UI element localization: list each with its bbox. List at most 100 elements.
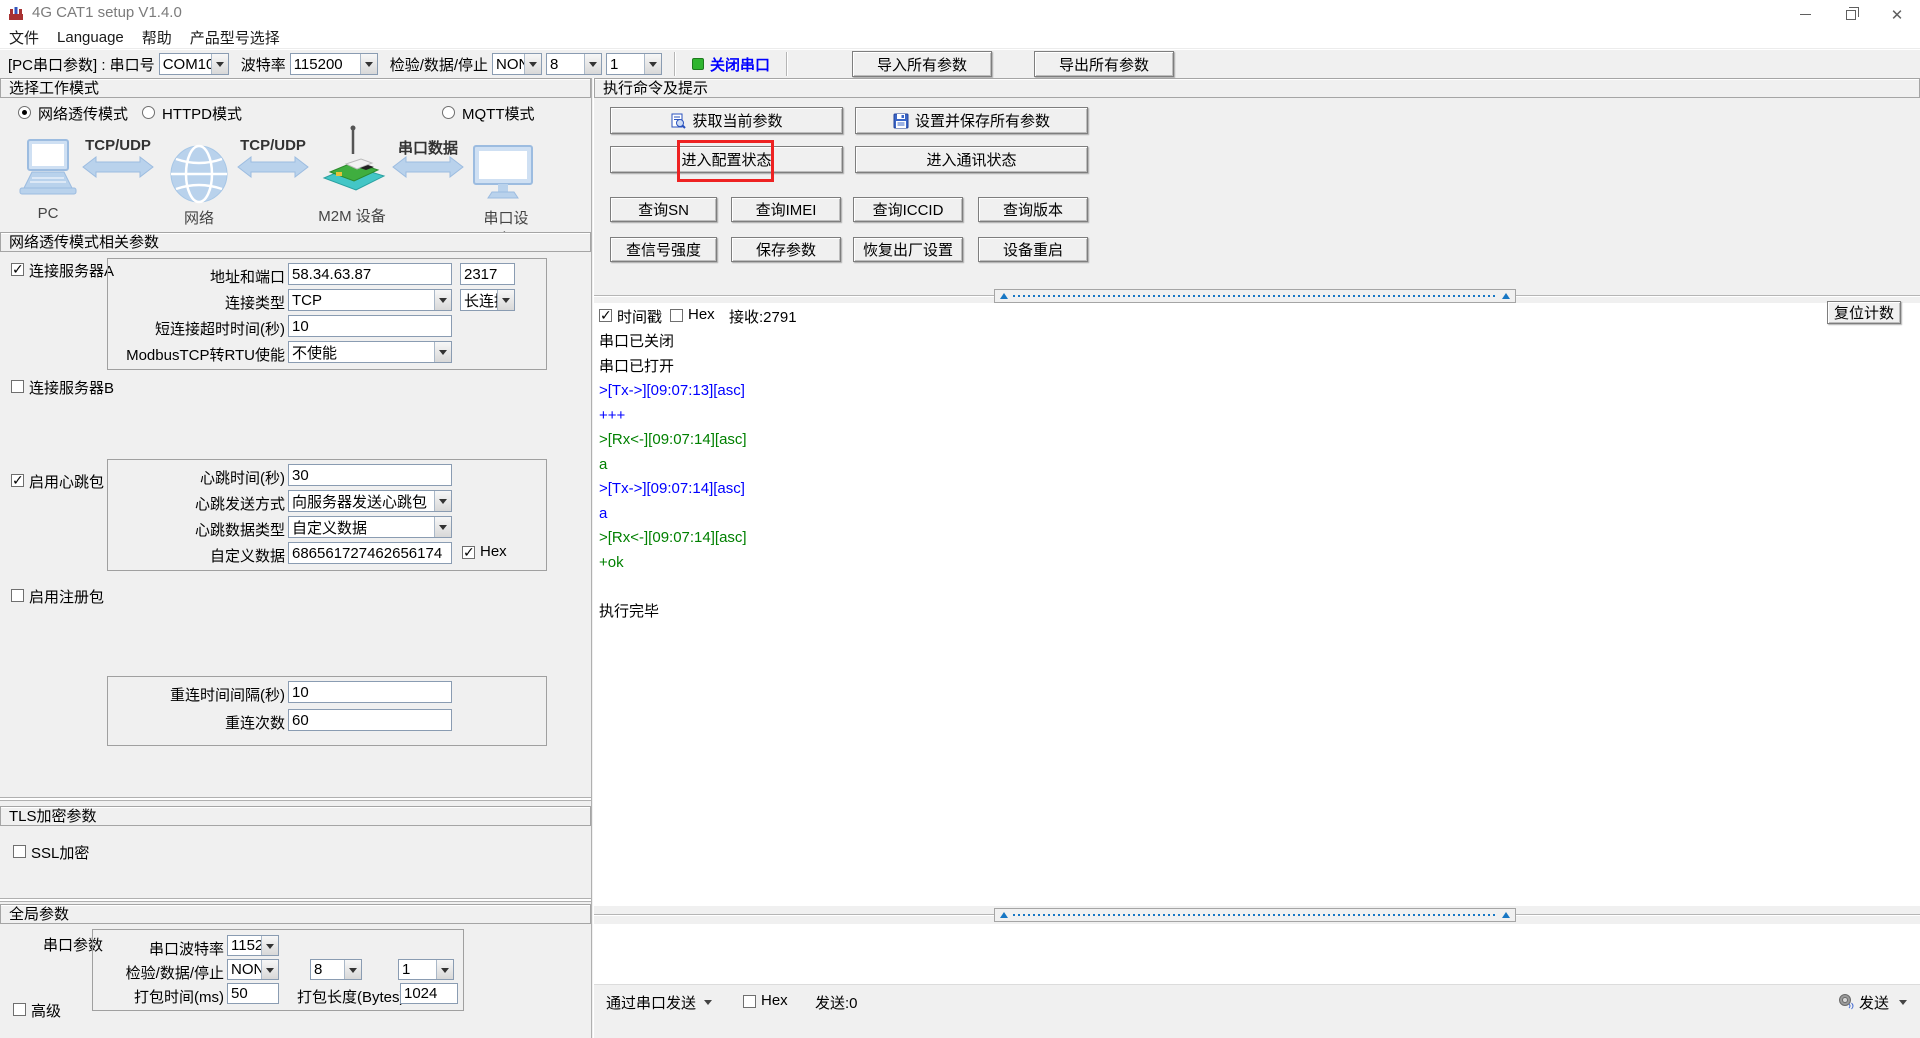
persist-select[interactable]: 长连接 <box>460 289 515 311</box>
advanced-checkbox[interactable] <box>13 1003 26 1016</box>
baud-label: 波特率 <box>241 54 286 75</box>
serial-databits-select[interactable]: 8 <box>310 959 362 980</box>
splitter-arrow-icon <box>1000 293 1008 299</box>
menu-item[interactable]: 帮助 <box>133 27 181 48</box>
set-save-params-button[interactable]: 设置并保存所有参数 <box>855 107 1088 134</box>
mode-label-mqtt[interactable]: MQTT模式 <box>462 103 535 124</box>
log-output[interactable]: 串口已关闭串口已打开>[Tx->][09:07:13][asc]+++>[Rx<… <box>594 330 1916 906</box>
heartbeat-type-label: 心跳数据类型 <box>105 519 285 540</box>
conn-type-select[interactable]: TCP <box>288 289 452 311</box>
serial-baud-select[interactable]: 115200 <box>227 935 279 956</box>
send-bar-bg <box>594 984 1920 1038</box>
pack-time-label: 打包时间(ms) <box>104 986 224 1007</box>
splitter-dots <box>1013 295 1497 297</box>
heartbeat-mode-select[interactable]: 向服务器发送心跳包 <box>288 490 452 512</box>
log-splitter[interactable] <box>594 289 1920 303</box>
baud-select[interactable]: 115200 <box>290 53 378 75</box>
mode-radio-httpd[interactable] <box>142 106 155 119</box>
heartbeat-label[interactable]: 启用心跳包 <box>29 471 104 492</box>
port-input[interactable] <box>460 263 515 285</box>
send-input-area[interactable] <box>594 924 1920 984</box>
send-hex-label[interactable]: Hex <box>761 992 788 1009</box>
net-params-header: 网络透传模式相关参数 <box>0 232 591 252</box>
splitter-handle[interactable] <box>994 908 1516 922</box>
short-timeout-input[interactable] <box>288 315 452 337</box>
heartbeat-checkbox[interactable] <box>11 474 24 487</box>
reconnect-count-input[interactable] <box>288 709 452 731</box>
menu-item[interactable]: 文件 <box>0 27 48 48</box>
save-params-icon <box>893 113 909 129</box>
heartbeat-hex-checkbox[interactable] <box>462 546 475 559</box>
get-params-icon <box>670 113 686 129</box>
pc-serial-label: [PC串口参数] : 串口号 <box>8 54 155 75</box>
mode-radio-mqtt[interactable] <box>442 106 455 119</box>
heartbeat-time-input[interactable] <box>288 464 452 486</box>
splitter-handle[interactable] <box>994 289 1516 303</box>
log-line: a <box>599 502 1916 527</box>
serial-stopbits-select[interactable]: 1 <box>398 959 454 980</box>
send-via-serial-dropdown[interactable]: 通过串口发送 <box>600 990 718 1015</box>
register-label[interactable]: 启用注册包 <box>29 586 104 607</box>
menu-item[interactable]: 产品型号选择 <box>181 27 289 48</box>
parity-select[interactable]: NONE <box>492 53 542 75</box>
pack-len-input[interactable] <box>400 983 458 1004</box>
com-port-select[interactable]: COM10 <box>159 53 229 75</box>
tls-splitter[interactable] <box>0 797 591 801</box>
addr-input[interactable] <box>288 263 452 285</box>
get-params-button[interactable]: 获取当前参数 <box>610 107 843 134</box>
send-button[interactable]: 发送 <box>1859 992 1889 1013</box>
server-a-checkbox[interactable] <box>11 263 24 276</box>
m2m-device-icon <box>316 124 388 196</box>
query-iccid-button[interactable]: 查询ICCID <box>853 197 963 222</box>
log-line: a <box>599 453 1916 478</box>
send-hex-checkbox[interactable] <box>743 995 756 1008</box>
mode-radio-transparent[interactable] <box>18 106 31 119</box>
log-hex-label[interactable]: Hex <box>688 306 715 323</box>
mode-label-transparent[interactable]: 网络透传模式 <box>38 103 128 124</box>
log-line <box>599 575 1916 600</box>
timestamp-checkbox[interactable] <box>599 309 612 322</box>
arrow-icon <box>392 156 464 178</box>
server-b-label[interactable]: 连接服务器B <box>29 377 114 398</box>
query-signal-button[interactable]: 查信号强度 <box>610 237 717 262</box>
modbus-label: ModbusTCP转RTU使能 <box>105 344 285 365</box>
query-version-button[interactable]: 查询版本 <box>978 197 1088 222</box>
advanced-label[interactable]: 高级 <box>31 1000 61 1021</box>
reset-count-button[interactable]: 复位计数 <box>1827 301 1901 324</box>
register-checkbox[interactable] <box>11 589 24 602</box>
dropdown-arrow-icon <box>436 960 453 979</box>
ssl-checkbox[interactable] <box>13 845 26 858</box>
menu-item[interactable]: Language <box>48 29 133 46</box>
factory-reset-button[interactable]: 恢复出厂设置 <box>853 237 963 262</box>
app-icon <box>8 5 24 21</box>
reboot-button[interactable]: 设备重启 <box>978 237 1088 262</box>
mode-label-httpd[interactable]: HTTPD模式 <box>162 103 242 124</box>
custom-data-input[interactable] <box>288 542 452 564</box>
splitter-dots <box>1013 914 1497 916</box>
query-sn-button[interactable]: 查询SN <box>610 197 717 222</box>
log-hex-checkbox[interactable] <box>670 309 683 322</box>
global-splitter[interactable] <box>0 898 591 902</box>
serial-parity-select[interactable]: NONE <box>227 959 279 980</box>
server-a-label[interactable]: 连接服务器A <box>29 260 114 281</box>
enter-comm-button[interactable]: 进入通讯状态 <box>855 146 1088 173</box>
save-params-button[interactable]: 保存参数 <box>731 237 841 262</box>
reconnect-interval-input[interactable] <box>288 681 452 703</box>
server-b-checkbox[interactable] <box>11 380 24 393</box>
heartbeat-hex-label[interactable]: Hex <box>480 543 507 560</box>
timestamp-label[interactable]: 时间戳 <box>617 306 662 327</box>
recv-counter: 接收:2791 <box>729 306 797 327</box>
dropdown-arrow-icon <box>524 54 541 74</box>
dropdown-arrow-icon <box>434 491 451 511</box>
query-imei-button[interactable]: 查询IMEI <box>731 197 841 222</box>
arrow-icon <box>82 156 154 178</box>
send-splitter[interactable] <box>594 908 1920 922</box>
heartbeat-type-select[interactable]: 自定义数据 <box>288 516 452 538</box>
app-window: 4G CAT1 setup V1.4.0 ✕ 文件Language帮助产品型号选… <box>0 0 1920 1038</box>
arrow-icon <box>237 156 309 178</box>
ssl-label[interactable]: SSL加密 <box>31 842 89 863</box>
serial-parity-label: 检验/数据/停止 <box>104 962 224 983</box>
modbus-select[interactable]: 不使能 <box>288 341 452 363</box>
pack-time-input[interactable] <box>227 983 279 1004</box>
send-dropdown-arrow[interactable] <box>1899 1000 1907 1009</box>
